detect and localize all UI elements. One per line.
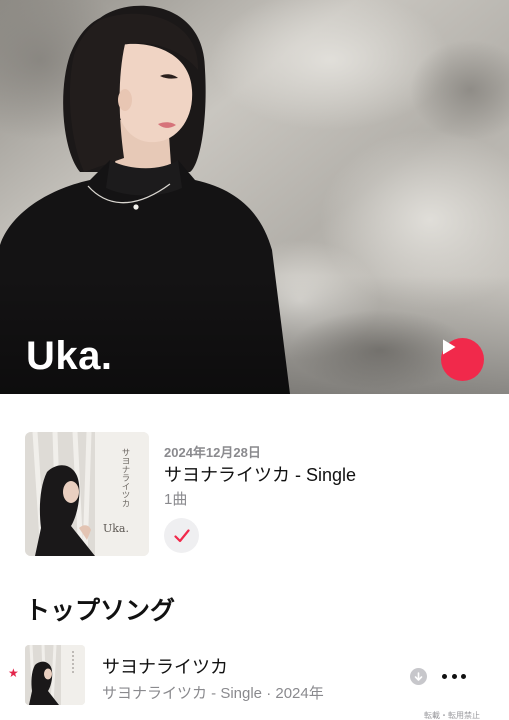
release-title[interactable]: サヨナライツカ - Single bbox=[164, 461, 356, 487]
ellipsis-dot bbox=[442, 673, 447, 679]
song-artwork bbox=[25, 645, 85, 705]
release-cover-title: サヨナライツカ bbox=[120, 448, 130, 508]
favorite-star-icon: ★ bbox=[8, 666, 19, 680]
top-songs-heading[interactable]: トップソング bbox=[25, 591, 175, 627]
song-subtitle: サヨナライツカ - Single · 2024年 bbox=[102, 685, 324, 702]
artist-name: Uka. bbox=[26, 334, 113, 378]
release-cover-logo: Uka. bbox=[103, 522, 129, 535]
download-arrow-icon bbox=[414, 671, 423, 681]
checkmark-icon bbox=[173, 528, 190, 542]
more-options-button[interactable] bbox=[442, 668, 466, 684]
play-icon bbox=[443, 339, 456, 355]
release-date: 2024年12月28日 bbox=[164, 445, 261, 460]
song-title: サヨナライツカ bbox=[102, 657, 228, 677]
ellipsis-dot bbox=[451, 673, 457, 679]
added-to-library-button[interactable] bbox=[164, 518, 199, 553]
release-cover-image: サヨナライツカ Uka. bbox=[25, 432, 149, 556]
download-button[interactable] bbox=[410, 668, 427, 685]
ellipsis-dot bbox=[461, 673, 466, 679]
release-cover-art[interactable]: サヨナライツカ Uka. bbox=[25, 432, 149, 556]
watermark-text: 転載・転用禁止 bbox=[424, 711, 480, 720]
play-button[interactable] bbox=[441, 338, 484, 381]
release-track-count: 1曲 bbox=[164, 491, 188, 508]
song-artwork-image bbox=[25, 645, 85, 705]
artist-hero-image: Uka. bbox=[0, 0, 509, 394]
